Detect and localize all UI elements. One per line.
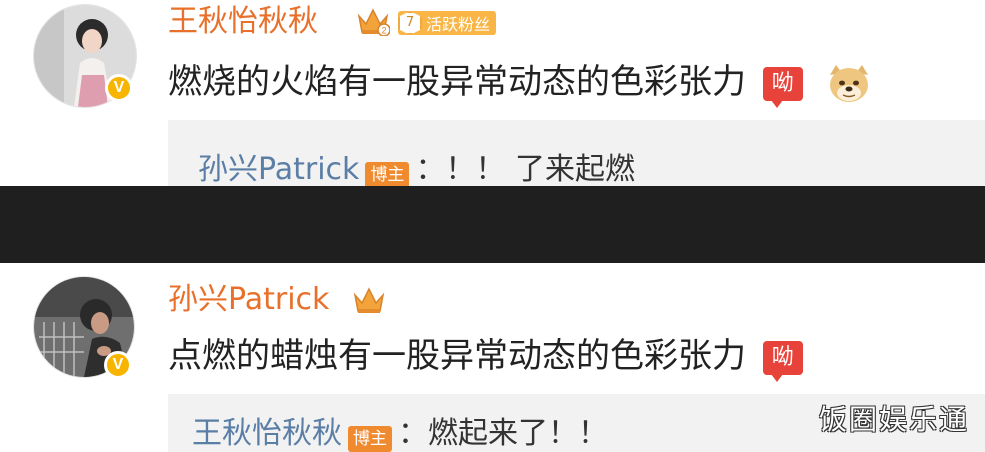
username[interactable]: 孙兴Patrick — [168, 282, 329, 318]
reply-text: ：燃起来了！！ — [398, 416, 608, 451]
doge-emoji-icon — [829, 64, 868, 102]
ou-sticker-icon: 呦 — [762, 340, 803, 382]
ou-sticker-icon: 呦 — [762, 66, 803, 108]
verified-badge: V — [104, 351, 132, 379]
reply-line: 王秋怡秋秋 博主 ：燃起来了！！ — [192, 408, 608, 452]
svg-text:2: 2 — [381, 26, 386, 36]
blogger-tag: 博主 — [365, 161, 410, 188]
comment-text: 点燃的蜡烛有一股异常动态的色彩张力 呦 — [168, 336, 803, 382]
reply-author-link[interactable]: 王秋怡秋秋 — [192, 416, 342, 451]
fan-level-icon: 7 — [398, 11, 422, 35]
comment-card-1: V 王秋怡秋秋 2 7 活跃粉丝 燃烧的火焰有一股异常动态的色彩张力 呦 孙兴P… — [0, 0, 985, 188]
fan-badge-label: 活跃粉丝 — [426, 15, 491, 34]
comment-body: 燃烧的火焰有一股异常动态的色彩张力 — [168, 62, 746, 102]
reply-box[interactable]: 孙兴Patrick 博主：！！ 了来起燃 — [168, 120, 985, 188]
crown-icon — [353, 287, 385, 313]
blogger-tag: 博主 — [348, 425, 392, 452]
fan-badge[interactable]: 7 活跃粉丝 — [398, 11, 497, 35]
crown-icon: 2 — [357, 8, 390, 36]
reply-author-link[interactable]: 孙兴Patrick — [198, 152, 359, 187]
divider-band — [0, 186, 985, 263]
comment-body: 点燃的蜡烛有一股异常动态的色彩张力 — [168, 336, 746, 376]
username[interactable]: 王秋怡秋秋 — [168, 4, 318, 40]
verified-badge: V — [105, 74, 133, 102]
comment-card-2: V 孙兴Patrick 点燃的蜡烛有一股异常动态的色彩张力 呦 王秋怡秋秋 博主：… — [0, 263, 985, 452]
reply-text: ：！！ 了来起燃 — [415, 152, 635, 187]
comment-text: 燃烧的火焰有一股异常动态的色彩张力 呦 — [168, 62, 872, 108]
reply-line: 孙兴Patrick 博主：！！ 了来起燃 — [198, 144, 635, 188]
watermark: 饭圈娱乐通 — [818, 403, 969, 436]
